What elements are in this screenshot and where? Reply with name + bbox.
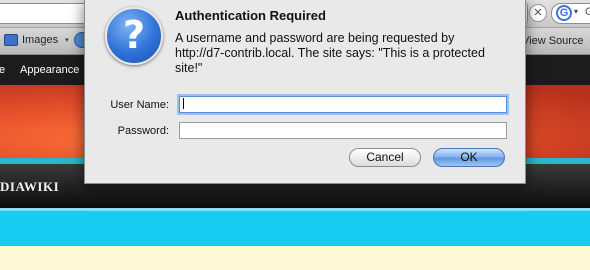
admin-menu-appearance[interactable]: Appearance: [20, 64, 79, 76]
dialog-title: Authentication Required: [175, 8, 326, 23]
bookmark-images-label: Images: [22, 34, 59, 46]
dialog-message: A username and password are being reques…: [175, 31, 485, 75]
password-field[interactable]: [179, 122, 507, 139]
search-text: G: [585, 6, 590, 18]
bookmark-images[interactable]: Images ▾: [4, 34, 69, 46]
chevron-down-icon[interactable]: ▾: [574, 7, 578, 16]
clear-url-icon[interactable]: ✕: [529, 4, 547, 22]
password-label: Password:: [117, 125, 169, 137]
navigation-band: [0, 208, 590, 246]
search-field[interactable]: G ▾ G: [551, 3, 590, 24]
ok-button[interactable]: OK: [433, 148, 505, 167]
images-icon: [4, 34, 18, 46]
cancel-button[interactable]: Cancel: [349, 148, 421, 167]
chevron-down-icon: ▾: [65, 37, 69, 44]
admin-menu-item[interactable]: e: [0, 64, 5, 76]
google-icon[interactable]: G: [556, 5, 572, 21]
authentication-dialog: ? Authentication Required A username and…: [84, 0, 526, 184]
text-cursor: [183, 98, 184, 109]
username-field[interactable]: [179, 96, 507, 113]
username-label: User Name:: [110, 99, 169, 111]
navigation-band-highlight: [0, 208, 590, 211]
bookmark-view-source[interactable]: View Source ▾: [522, 35, 590, 47]
bookmark-view-source-label: View Source: [522, 35, 584, 47]
question-mark-icon: ?: [105, 7, 163, 65]
site-name[interactable]: DIAWIKI: [0, 179, 59, 195]
